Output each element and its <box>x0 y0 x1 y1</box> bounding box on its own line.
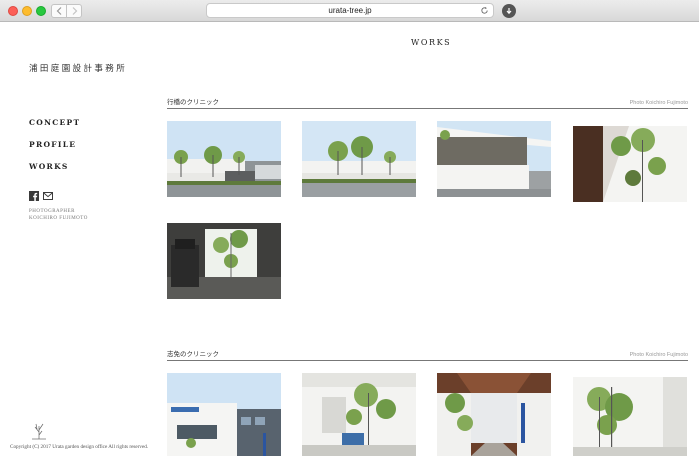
download-arrow-icon <box>506 8 512 15</box>
url-text: urata-tree.jp <box>328 6 372 15</box>
copyright-text: Copyright (C) 2017 Urata garden design o… <box>10 444 149 450</box>
section-header-shime: 志免のクリニック Photo Koichiro Fujimoto <box>167 349 688 361</box>
photo-thumbnail[interactable] <box>167 223 281 299</box>
photo-credit: Photo Koichiro Fujimoto <box>629 100 688 106</box>
photo-thumbnail[interactable] <box>437 121 551 197</box>
close-window-button[interactable] <box>8 6 18 16</box>
downloads-button[interactable] <box>502 4 516 18</box>
photo-thumbnail[interactable] <box>573 126 687 202</box>
page-title: WORKS <box>411 38 452 47</box>
section-title: 行橋のクリニック <box>167 98 219 106</box>
photo-thumbnail[interactable] <box>167 373 281 456</box>
facebook-icon[interactable] <box>29 188 39 201</box>
photographer-label: PHOTOGRAPHER <box>29 209 75 214</box>
reload-icon[interactable] <box>480 6 489 15</box>
nav-item-concept[interactable]: CONCEPT <box>29 118 80 140</box>
site-brand-logo[interactable]: 浦田庭園設計事務所 <box>29 62 127 74</box>
browser-toolbar: urata-tree.jp <box>0 0 699 22</box>
minimize-window-button[interactable] <box>22 6 32 16</box>
back-button[interactable] <box>51 4 67 18</box>
photographer-credit[interactable]: PHOTOGRAPHER KOICHIRO FUJIMOTO <box>29 208 88 222</box>
forward-button[interactable] <box>66 4 82 18</box>
photo-thumbnail[interactable] <box>437 373 551 456</box>
tree-logo-icon <box>32 423 46 440</box>
photo-thumbnail[interactable] <box>302 121 416 197</box>
photographer-name: KOICHIRO FUJIMOTO <box>29 216 88 221</box>
nav-item-profile[interactable]: PROFILE <box>29 140 80 162</box>
zoom-window-button[interactable] <box>36 6 46 16</box>
mail-icon[interactable] <box>43 188 53 200</box>
chevron-right-icon <box>72 7 77 15</box>
address-bar[interactable]: urata-tree.jp <box>206 3 494 18</box>
section-title: 志免のクリニック <box>167 350 219 358</box>
photo-thumbnail[interactable] <box>573 377 687 456</box>
section-header-yukuhashi: 行橋のクリニック Photo Koichiro Fujimoto <box>167 97 688 109</box>
photo-thumbnail[interactable] <box>167 121 281 197</box>
photo-credit: Photo Koichiro Fujimoto <box>629 352 688 358</box>
main-nav: CONCEPT PROFILE WORKS <box>29 118 80 184</box>
chevron-left-icon <box>56 7 61 15</box>
social-links <box>29 188 53 201</box>
photo-thumbnail[interactable] <box>302 373 416 456</box>
nav-item-works[interactable]: WORKS <box>29 162 80 184</box>
